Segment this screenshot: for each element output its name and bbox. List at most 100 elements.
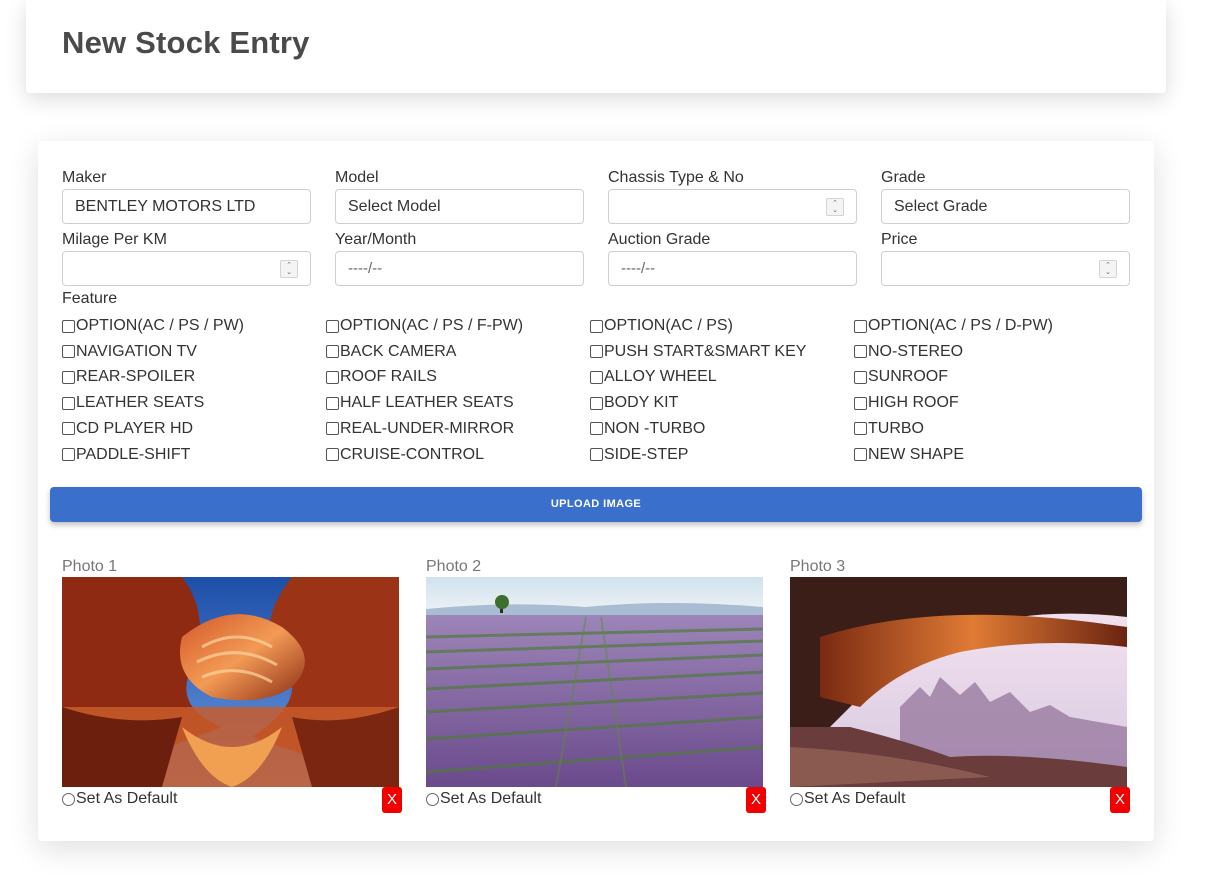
feature-option[interactable]: CD PLAYER HD: [62, 419, 193, 439]
feature-checkbox[interactable]: [326, 422, 339, 436]
model-field: Model Select Model: [335, 167, 584, 224]
feature-label: TURBO: [868, 419, 924, 437]
feature-label: CRUISE-CONTROL: [340, 445, 485, 463]
milage-field: Milage Per KM ⌃ ⌄: [62, 229, 311, 286]
price-input[interactable]: ⌃ ⌄: [881, 251, 1130, 286]
model-select[interactable]: Select Model: [335, 189, 584, 224]
feature-label: SUNROOF: [868, 368, 948, 386]
feature-label: HALF LEATHER SEATS: [340, 394, 514, 412]
feature-checkbox[interactable]: [590, 345, 603, 359]
feature-label: REAL-UNDER-MIRROR: [340, 419, 515, 437]
feature-label: BACK CAMERA: [340, 342, 457, 360]
feature-option[interactable]: OPTION(AC / PS / PW): [62, 316, 244, 336]
price-field: Price ⌃ ⌄: [881, 229, 1130, 286]
feature-checkbox[interactable]: [854, 319, 867, 333]
feature-option[interactable]: BODY KIT: [590, 393, 678, 413]
feature-option[interactable]: SUNROOF: [854, 367, 948, 387]
feature-checkbox[interactable]: [590, 319, 603, 333]
feature-checkbox[interactable]: [62, 422, 75, 436]
feature-checkbox[interactable]: [62, 319, 75, 333]
feature-label: ROOF RAILS: [340, 368, 437, 386]
grade-label: Grade: [881, 169, 926, 186]
feature-option[interactable]: ROOF RAILS: [326, 367, 437, 387]
feature-option[interactable]: LEATHER SEATS: [62, 393, 204, 413]
milage-input[interactable]: ⌃ ⌄: [62, 251, 311, 286]
feature-checkbox[interactable]: [854, 448, 867, 461]
feature-option[interactable]: NEW SHAPE: [854, 445, 964, 465]
year-month-input[interactable]: ----/--: [335, 251, 584, 286]
feature-option[interactable]: CRUISE-CONTROL: [326, 445, 484, 465]
delete-photo-button[interactable]: X: [1110, 787, 1130, 813]
feature-checkbox[interactable]: [590, 370, 603, 384]
feature-checkbox[interactable]: [62, 448, 75, 461]
grade-field: Grade Select Grade: [881, 167, 1130, 224]
feature-checkbox[interactable]: [326, 396, 339, 410]
feature-label: NON -TURBO: [604, 419, 706, 437]
milage-label: Milage Per KM: [62, 231, 167, 248]
feature-checkbox[interactable]: [590, 422, 603, 436]
number-spinner[interactable]: ⌃ ⌄: [826, 198, 844, 216]
feature-checkbox[interactable]: [854, 422, 867, 436]
photo-title: Photo 2: [426, 558, 482, 575]
delete-photo-button[interactable]: X: [746, 787, 766, 813]
feature-checkbox[interactable]: [326, 345, 339, 359]
feature-option[interactable]: TURBO: [854, 419, 924, 439]
feature-label: SIDE-STEP: [604, 445, 689, 463]
feature-checkbox[interactable]: [590, 396, 603, 410]
feature-option[interactable]: OPTION(AC / PS / F-PW): [326, 316, 523, 336]
delete-photo-button[interactable]: X: [382, 787, 402, 813]
feature-checkbox[interactable]: [326, 370, 339, 384]
feature-label: CD PLAYER HD: [76, 419, 194, 437]
feature-option[interactable]: SIDE-STEP: [590, 445, 688, 465]
grade-select[interactable]: Select Grade: [881, 189, 1130, 224]
feature-checkbox[interactable]: [590, 448, 603, 461]
feature-option[interactable]: NON -TURBO: [590, 419, 705, 439]
feature-label: OPTION(AC / PS / PW): [76, 317, 245, 334]
price-label: Price: [881, 231, 918, 248]
feature-label: NO-STEREO: [868, 342, 964, 360]
set-default-radio[interactable]: [790, 793, 803, 806]
feature-option[interactable]: ALLOY WHEEL: [590, 367, 717, 387]
feature-option[interactable]: NO-STEREO: [854, 342, 963, 362]
page-title: New Stock Entry: [62, 25, 310, 60]
feature-label: PUSH START&SMART KEY: [604, 342, 807, 360]
set-default-radio[interactable]: [426, 793, 439, 806]
feature-checkbox[interactable]: [326, 319, 339, 333]
feature-checkbox[interactable]: [62, 345, 75, 359]
maker-label: Maker: [62, 169, 107, 186]
maker-select[interactable]: BENTLEY MOTORS LTD: [62, 189, 311, 224]
upload-image-button[interactable]: UPLOAD IMAGE: [50, 487, 1142, 522]
auction-grade-label: Auction Grade: [608, 231, 711, 248]
feature-label: OPTION(AC / PS / F-PW): [340, 317, 524, 334]
feature-option[interactable]: HALF LEATHER SEATS: [326, 393, 514, 413]
feature-option[interactable]: PADDLE-SHIFT: [62, 445, 190, 465]
number-spinner[interactable]: ⌃ ⌄: [280, 260, 298, 278]
year-month-field: Year/Month ----/--: [335, 229, 584, 286]
feature-checkbox[interactable]: [854, 345, 867, 359]
feature-checkbox[interactable]: [62, 370, 75, 384]
feature-label: NAVIGATION TV: [76, 342, 197, 360]
set-default-label: Set As Default: [440, 790, 542, 807]
feature-option[interactable]: NAVIGATION TV: [62, 342, 197, 362]
photo-footer: Set As Default X: [790, 787, 1130, 813]
feature-option[interactable]: PUSH START&SMART KEY: [590, 342, 806, 362]
feature-checkbox[interactable]: [62, 396, 75, 410]
number-spinner[interactable]: ⌃ ⌄: [1099, 260, 1117, 278]
chassis-input[interactable]: ⌃ ⌄: [608, 189, 857, 224]
feature-option[interactable]: REAL-UNDER-MIRROR: [326, 419, 514, 439]
feature-label: NEW SHAPE: [868, 445, 965, 463]
feature-label: OPTION(AC / PS): [604, 317, 733, 334]
feature-option[interactable]: OPTION(AC / PS / D-PW): [854, 316, 1053, 336]
feature-label: HIGH ROOF: [868, 394, 959, 412]
feature-checkbox[interactable]: [326, 448, 339, 461]
auction-grade-input[interactable]: ----/--: [608, 251, 857, 286]
feature-option[interactable]: OPTION(AC / PS): [590, 316, 733, 336]
set-default-radio[interactable]: [62, 793, 75, 806]
feature-option[interactable]: HIGH ROOF: [854, 393, 959, 413]
page-header: New Stock Entry: [26, 0, 1166, 93]
feature-checkbox[interactable]: [854, 370, 867, 384]
feature-option[interactable]: BACK CAMERA: [326, 342, 456, 362]
feature-checkbox[interactable]: [854, 396, 867, 410]
feature-option[interactable]: REAR-SPOILER: [62, 367, 195, 387]
chassis-field: Chassis Type & No ⌃ ⌄: [608, 167, 857, 224]
